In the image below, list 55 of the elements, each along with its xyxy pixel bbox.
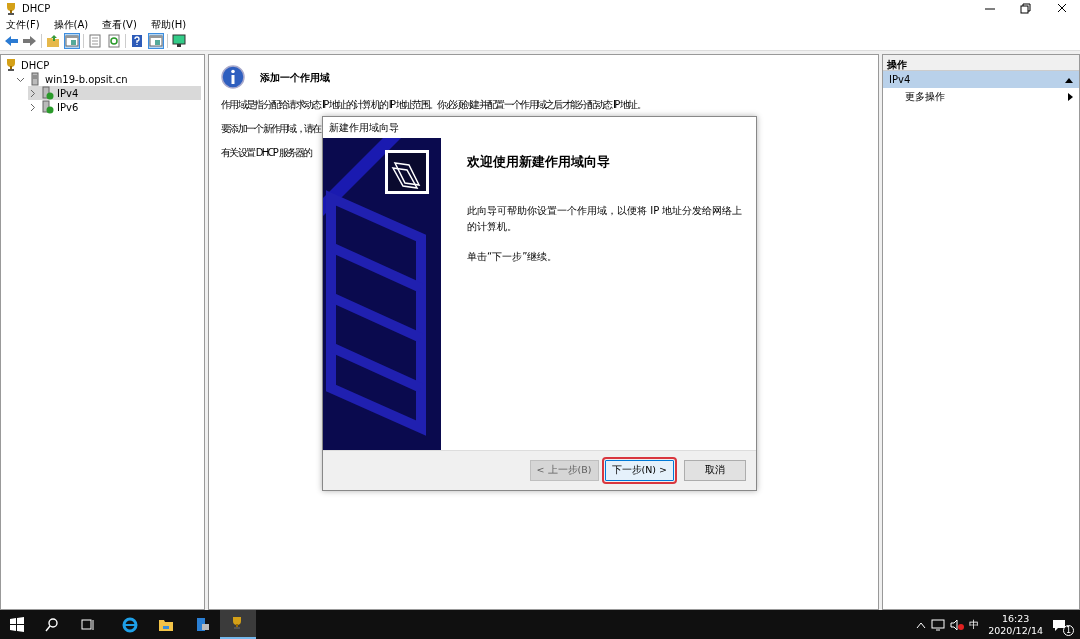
- tree-item[interactable]: IPv4: [28, 86, 201, 100]
- window-title: DHCP: [22, 2, 51, 16]
- collapse-triangle-icon: [1065, 76, 1073, 83]
- trophy-icon: [4, 1, 18, 16]
- network-icon[interactable]: [931, 618, 946, 631]
- pane-button[interactable]: [148, 33, 164, 49]
- tree-item[interactable]: win19-b.opsit.cn: [16, 72, 201, 86]
- paragraph: 要添加一个新作用域，请在: [221, 123, 321, 134]
- clock[interactable]: 16:23 2020/12/14: [984, 612, 1047, 637]
- search-icon: [44, 616, 60, 633]
- paragraph: 作用域是指分配给请求动态 IP 地址的计算机的 IP 地址范围。你必须创建并配置一个作用域之后才能分配动态 IP 地址。: [221, 99, 645, 110]
- action-label: 更多操作: [905, 90, 945, 104]
- pane-button[interactable]: [64, 33, 80, 49]
- server-icon: [28, 72, 42, 86]
- section-label: IPv4: [889, 73, 911, 87]
- notification-button[interactable]: 1: [1052, 613, 1074, 636]
- notification-count: 1: [1063, 624, 1074, 636]
- tree-item[interactable]: DHCP: [4, 58, 201, 72]
- folder-button[interactable]: [45, 33, 61, 49]
- wizard-button[interactable]: 取消: [684, 459, 746, 481]
- back-arrow-button[interactable]: [3, 33, 19, 49]
- clock-time: 16:23: [1000, 612, 1031, 625]
- tree-item[interactable]: IPv6: [28, 100, 201, 114]
- trophy-icon: [4, 58, 18, 72]
- chevron-up-icon[interactable]: [916, 620, 927, 629]
- pane-header: 操作: [883, 55, 1079, 71]
- action-item[interactable]: 更多操作: [883, 88, 1079, 105]
- dialog-title: 新建作用域向导: [329, 120, 399, 135]
- monitor-button[interactable]: [171, 33, 187, 49]
- message-icon: [1052, 618, 1066, 631]
- info-icon: [221, 65, 245, 89]
- wizard-heading: 欢迎使用新建作用域向导: [467, 152, 611, 171]
- volume-muted-icon[interactable]: [950, 618, 965, 631]
- menu-item[interactable]: 帮助(H): [150, 17, 187, 32]
- refresh-button[interactable]: [106, 33, 122, 49]
- wizard-button[interactable]: 下一步(N) >: [604, 459, 674, 481]
- server-manager-icon: [194, 616, 210, 633]
- paragraph: 有关设置 DHCP 服务器的: [221, 147, 312, 158]
- menu-item[interactable]: 文件(F): [6, 17, 40, 32]
- submenu-arrow-icon: [1068, 92, 1073, 101]
- paragraph: 此向导可帮助你设置一个作用域，以便将 IP 地址分发给网络上的计算机。: [467, 204, 744, 235]
- help-button[interactable]: [129, 33, 145, 49]
- paragraph: 单击“下一步”继续。: [467, 250, 559, 265]
- content-heading: 添加一个作用域: [260, 70, 330, 85]
- task-view-icon: [80, 616, 96, 633]
- server-status-icon: [40, 86, 54, 100]
- server-status-icon: [40, 100, 54, 114]
- ime-indicator[interactable]: 中: [969, 617, 980, 632]
- action-section-header[interactable]: IPv4: [883, 71, 1079, 88]
- windows-icon: [9, 616, 25, 633]
- menu-item[interactable]: 查看(V): [102, 17, 137, 32]
- clock-date: 2020/12/14: [988, 624, 1043, 637]
- browser-icon: [122, 616, 138, 633]
- menu-item[interactable]: 操作(A): [53, 17, 89, 32]
- forward-arrow-button[interactable]: [22, 33, 38, 49]
